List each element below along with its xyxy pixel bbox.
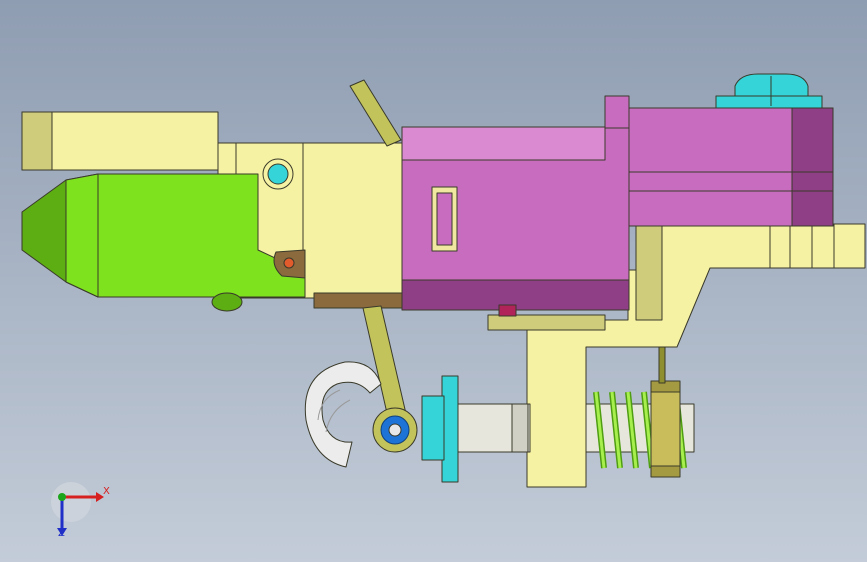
lower-lever-bore [388,423,402,437]
jaw-pivot-pin [267,163,289,185]
small-link-screw [283,257,295,269]
bracket-mount-plate [487,314,606,331]
nut-post [658,346,666,384]
green-jaw-tip-face [65,173,99,298]
cylinder-rear-endcap [791,107,834,227]
spring-nut-face [650,391,681,467]
triad-x-label: X [103,486,110,497]
cylinder-top-step [401,126,606,161]
upper-lever-arm [349,79,402,147]
gripper-assembly [21,73,866,488]
lower-lever-arm [362,305,408,423]
top-cap-base [715,95,823,109]
hook-body [304,361,382,468]
cad-viewport[interactable]: X Z [0,0,867,562]
piston-shaft-collar [511,403,529,453]
jaw-housing-upper-edge [21,111,53,171]
gripper-assembly-model[interactable] [0,0,867,562]
jaw-bottom-pin [211,292,243,312]
lower-bracket-side-face [635,223,663,321]
triad-origin-shadow [51,482,91,522]
triad-origin [58,493,66,501]
cylinder-window-inner [436,192,453,246]
jaw-housing-bottom-strip [313,292,403,309]
cylinder-top-tab [604,95,630,129]
shaft-flange-hub [421,395,445,461]
bracket-round-boss [769,223,835,269]
cylinder-fitting [498,304,517,317]
triad-z-label: Z [58,528,65,539]
